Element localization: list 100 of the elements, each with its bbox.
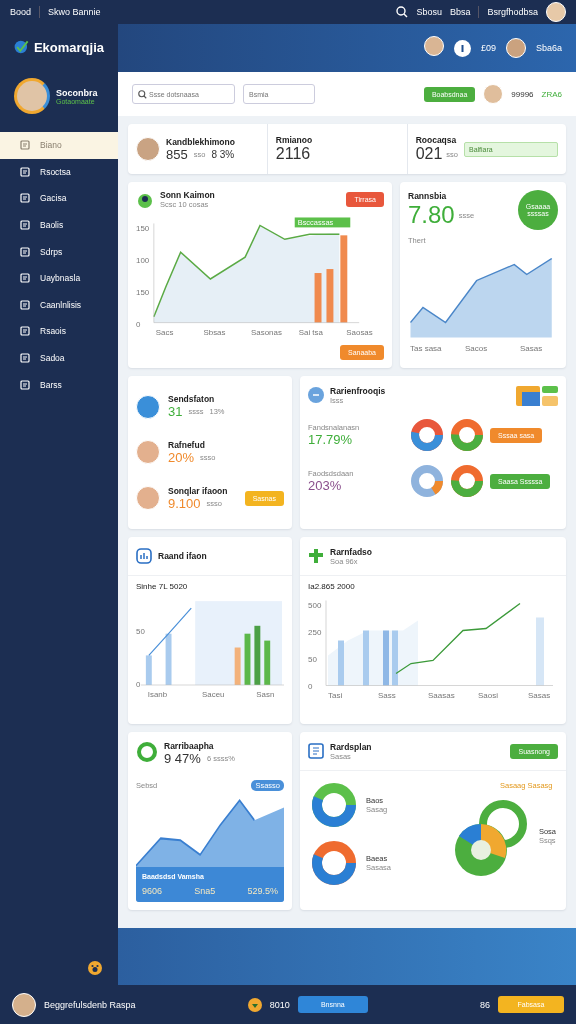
header-user: Sba6a <box>535 43 562 53</box>
axis-label: Saasas <box>428 690 455 700</box>
bar <box>165 633 172 685</box>
avatar[interactable] <box>505 38 526 58</box>
search-icon[interactable] <box>396 6 409 18</box>
axis-label: Sacos <box>465 343 488 353</box>
banner-value: 9606 <box>142 886 163 896</box>
card-title: Rarribaapha <box>164 740 215 751</box>
axis-label: 150 <box>136 287 150 297</box>
banner-value: 529.5% <box>247 886 278 896</box>
donut-chart <box>410 418 444 452</box>
stat-value: 9.100 <box>168 495 201 511</box>
growth-value: 9 47% <box>164 750 201 766</box>
page-icon <box>20 353 30 364</box>
axis-label: Sasn <box>256 689 275 699</box>
sidebar-item[interactable]: Uaybnasla <box>0 264 118 292</box>
axis-label: Saceu <box>202 689 225 699</box>
avatar[interactable] <box>546 2 566 22</box>
bar <box>264 640 271 685</box>
info-icon[interactable] <box>453 39 471 57</box>
top-link[interactable]: Sbosu <box>416 7 442 17</box>
stat-value: 31 <box>168 404 183 420</box>
stat-value: 20% <box>168 450 195 465</box>
chart-label: Sinhe 7L 5020 <box>136 582 189 591</box>
avatar <box>14 78 50 114</box>
axis-label: 50 <box>136 626 145 636</box>
sidebar-item[interactable]: Biano <box>0 132 118 159</box>
stat-title: Rafnefud <box>168 440 206 450</box>
avatar[interactable] <box>423 36 444 56</box>
donut-chart <box>310 839 358 887</box>
page-icon <box>20 193 30 204</box>
top-link[interactable]: Bbsa <box>449 7 471 17</box>
bar <box>363 630 369 686</box>
user-value: ZRA6 <box>541 89 562 99</box>
summary-value: 8 3% <box>211 148 235 160</box>
axis-label: 50 <box>308 654 317 664</box>
page-icon <box>20 166 30 177</box>
card-title: Sonn Kaimon <box>160 190 215 200</box>
sidebar-item[interactable]: Sdrps <box>0 238 118 265</box>
bar <box>326 269 334 323</box>
page-icon <box>20 299 30 310</box>
axis-label: 150 <box>136 224 150 234</box>
bar <box>338 640 344 686</box>
page-icon <box>20 273 30 284</box>
shield-icon <box>247 997 262 1012</box>
summary-title: Roocaqsa <box>415 135 458 145</box>
page-icon <box>20 246 30 257</box>
summary-title: Kandblekhimono <box>166 136 235 147</box>
donut-chart <box>410 464 444 498</box>
sidebar-item[interactable]: Sadoa <box>0 344 118 372</box>
sidebar-item[interactable]: Rsaois <box>0 318 118 345</box>
stat-title: Sendsfaton <box>168 394 216 405</box>
bar <box>244 633 251 685</box>
ratio-value: 17.79% <box>308 432 354 447</box>
summary-value: 855 <box>166 146 188 162</box>
avatar[interactable] <box>12 992 36 1017</box>
bar <box>234 647 241 685</box>
axis-label: 500 <box>308 600 322 610</box>
donut-chart <box>450 464 484 498</box>
summary-value: 021 <box>415 145 443 163</box>
bar <box>536 617 544 686</box>
sidebar-item[interactable]: Gacisa <box>0 185 118 212</box>
ratio-value: 203% <box>308 478 343 493</box>
sidebar-item[interactable]: Rsoctsa <box>0 158 118 186</box>
profile-name: Soconbra <box>56 87 98 98</box>
tiles-icon <box>516 384 558 406</box>
bar <box>392 630 398 686</box>
summary-title: Rmianoo <box>275 135 313 145</box>
axis-label: Tasi <box>328 690 343 700</box>
summary-value: 2116 <box>275 145 312 163</box>
footer-count: 86 <box>480 999 490 1010</box>
rate-value: 7.80 <box>408 201 455 229</box>
axis-label: Sass <box>378 690 396 700</box>
bar <box>254 625 261 685</box>
page-icon <box>20 326 30 337</box>
axis-label: Tas sasa <box>410 343 442 353</box>
banner-value: Sna5 <box>194 886 216 896</box>
sidebar-item[interactable]: Barss <box>0 371 118 398</box>
card-title: Rannsbia <box>408 191 448 201</box>
axis-label: Sasas <box>528 690 551 700</box>
axis-label: Isanb <box>147 689 168 699</box>
chart-icon <box>136 548 152 564</box>
top-link[interactable]: Bsrgfhodbsa <box>487 7 538 17</box>
footer-user: Beggrefulsdenb Raspa <box>44 999 136 1010</box>
axis-label: Sbsas <box>203 327 226 337</box>
avatar <box>136 137 160 161</box>
avatar <box>136 486 160 511</box>
top-bar-text: Skwo Bannie <box>48 7 101 17</box>
axis-label: 100 <box>136 256 150 266</box>
brand-name: Ekomarqjia <box>33 39 104 55</box>
bar <box>383 630 389 686</box>
chart-label: Ia2.865 2000 <box>308 582 356 591</box>
page-icon <box>20 379 30 390</box>
sidebar-item[interactable]: Caanlnlisis <box>0 291 118 319</box>
line <box>148 607 192 656</box>
donut-chart <box>310 781 358 829</box>
sidebar-item[interactable]: Baolis <box>0 211 118 239</box>
stat-title: Sonqlar ifaoon <box>168 485 228 496</box>
axis-label: Sasonas <box>251 327 282 337</box>
document-icon <box>308 743 324 759</box>
